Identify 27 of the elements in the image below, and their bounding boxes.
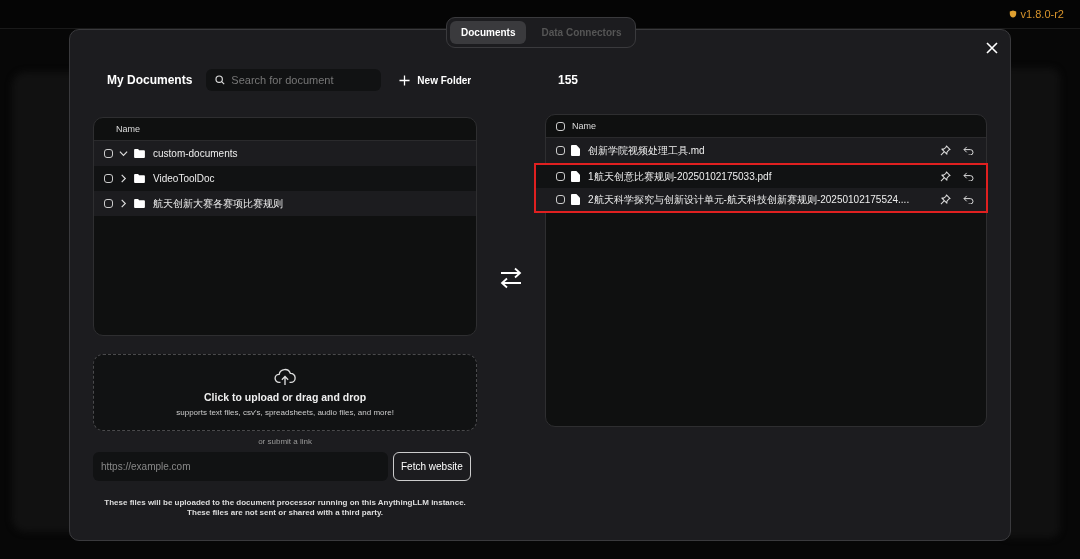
tab[interactable]: Documents bbox=[450, 21, 527, 44]
upload-dropzone[interactable]: Click to upload or drag and drop supports text files, csv's, spreadsheets, audio files, and more! bbox=[93, 354, 478, 431]
file-name: 创新学院视频处理工具.md bbox=[588, 143, 706, 158]
link-label: or submit a link bbox=[258, 437, 312, 446]
column-header: Name bbox=[572, 121, 596, 131]
file-name: 1航天创意比赛规则-20250102175033.pdf bbox=[588, 169, 773, 184]
new-folder-button[interactable]: New Folder bbox=[399, 74, 472, 86]
search-field[interactable]: Search for document bbox=[206, 69, 382, 91]
folder-row[interactable]: custom-documents bbox=[94, 141, 477, 166]
folder-name: 航天创新大赛各赛项比赛规则 bbox=[153, 196, 283, 211]
workspace-title: 155 bbox=[558, 73, 578, 87]
file-row[interactable]: 2航天科学探究与创新设计单元-航天科技创新赛规则-20250102175524.... bbox=[534, 188, 988, 213]
url-field[interactable]: https://example.com bbox=[93, 452, 388, 481]
file-row[interactable]: 创新学院视频处理工具.md bbox=[546, 138, 986, 163]
folder-name: VideoToolDoc bbox=[153, 173, 215, 184]
column-header: Name bbox=[115, 124, 140, 134]
folder-name: custom-documents bbox=[153, 148, 238, 159]
version-label: v1.8.0-r2 bbox=[1008, 8, 1064, 20]
panel-title: My Documents bbox=[107, 73, 193, 87]
folder-row[interactable]: 航天创新大赛各赛项比赛规则 bbox=[94, 191, 477, 216]
notice-text: These files are not sent or shared with a third party. bbox=[187, 508, 383, 517]
fetch-website-button[interactable]: Fetch website bbox=[393, 452, 471, 481]
file-name: 2航天科学探究与创新设计单元-航天科技创新赛规则-20250102175524.... bbox=[588, 192, 911, 207]
upload-title: Click to upload or drag and drop bbox=[204, 391, 367, 403]
file-row[interactable]: 1航天创意比赛规则-20250102175033.pdf bbox=[534, 163, 988, 188]
upload-hint: supports text files, csv's, spreadsheets, audio files, and more! bbox=[176, 408, 394, 417]
notice-text: These files will be uploaded to the document processor running on this AnythingLLM instance. bbox=[104, 498, 466, 507]
